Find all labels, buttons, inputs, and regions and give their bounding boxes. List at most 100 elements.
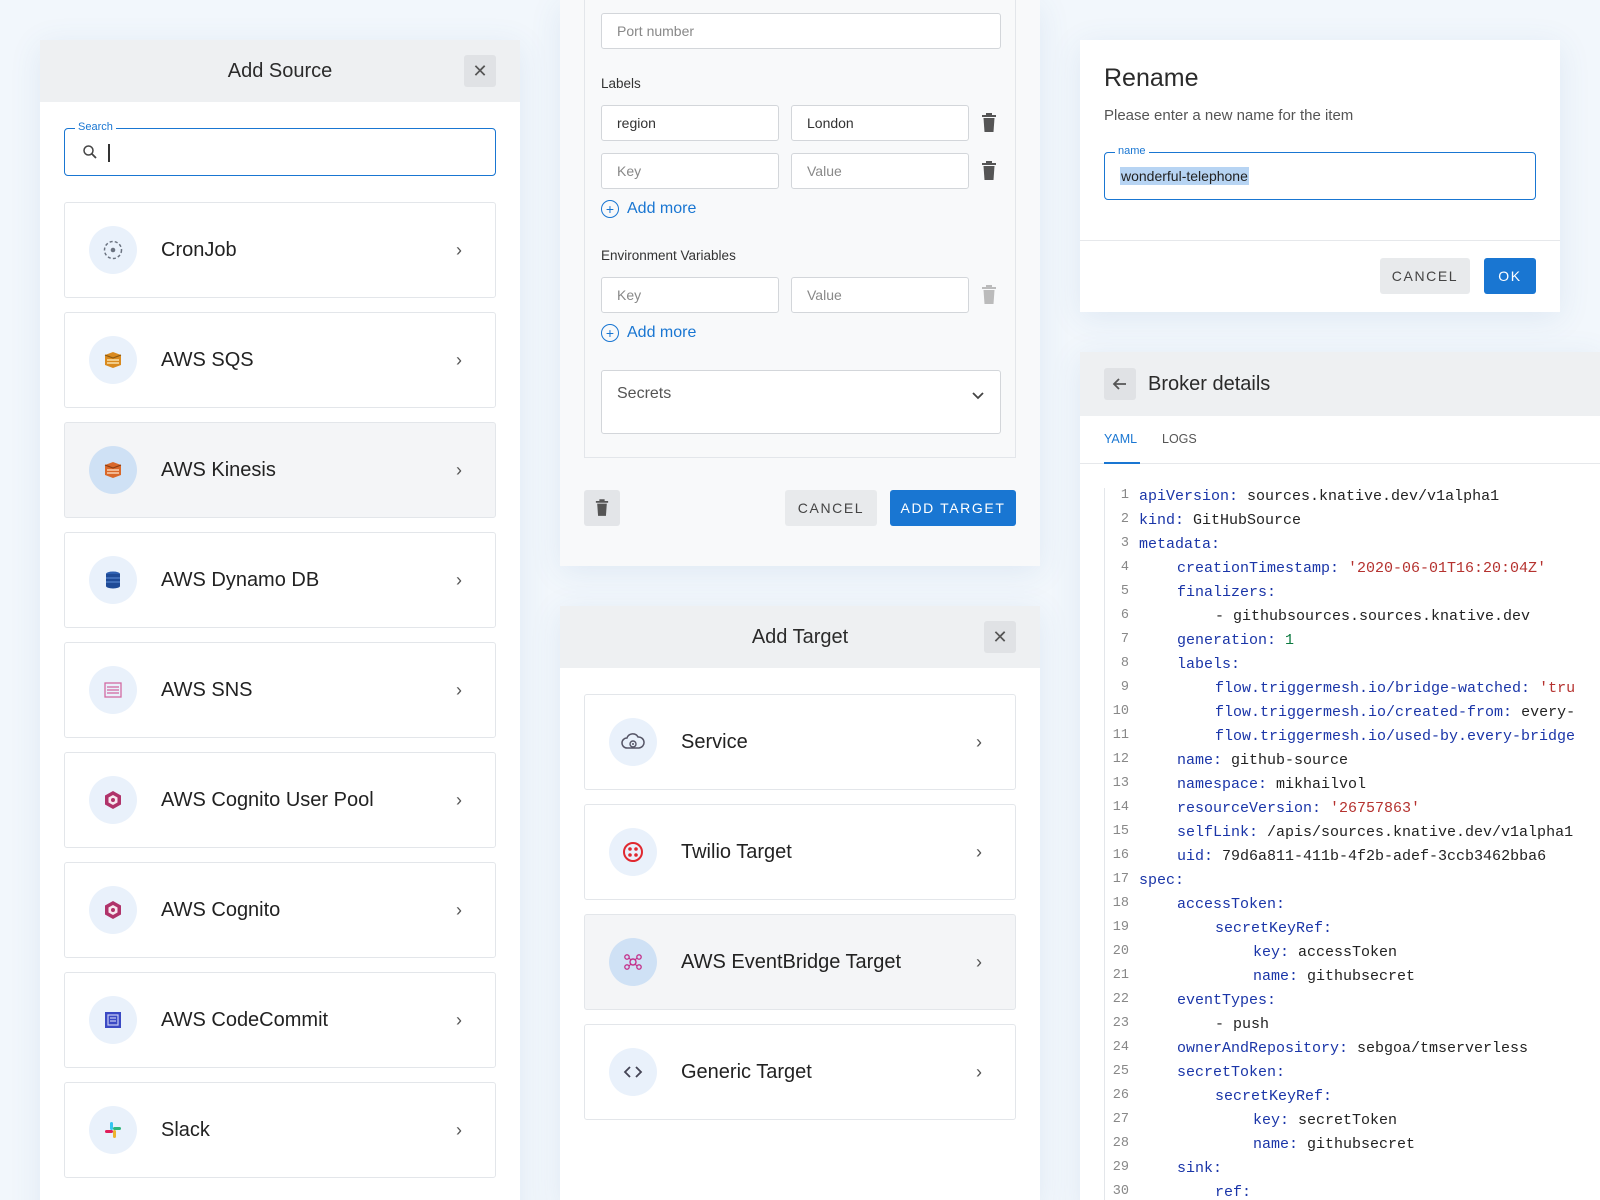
secrets-select[interactable]: Secrets <box>601 370 1001 434</box>
aws-kinesis-icon <box>89 446 137 494</box>
add-more-env-button[interactable]: + Add more <box>601 324 696 342</box>
line-number: 18 <box>1105 896 1129 911</box>
slack-icon <box>89 1106 137 1154</box>
yaml-value: sebgoa/tmserverless <box>1348 1040 1528 1057</box>
chevron-right-icon: › <box>451 240 467 261</box>
port-number-input[interactable]: Port number <box>601 13 1001 49</box>
yaml-key: spec: <box>1139 872 1184 889</box>
yaml-code-view[interactable]: 1apiVersion: sources.knative.dev/v1alpha… <box>1104 488 1600 1200</box>
line-number: 12 <box>1105 752 1129 767</box>
yaml-value: mikhailvol <box>1267 776 1366 793</box>
target-config-form: Port number Labels region London Key Val… <box>560 0 1040 566</box>
search-field[interactable]: Search <box>64 128 496 176</box>
label-value-input[interactable]: Value <box>791 153 969 189</box>
aws-sqs-icon <box>89 336 137 384</box>
yaml-key: flow.triggermesh.io/used-by.every-bridge <box>1215 728 1575 745</box>
add-source-close-button[interactable]: ✕ <box>464 55 496 87</box>
cancel-button[interactable]: CANCEL <box>1380 258 1470 294</box>
source-item-cronjob[interactable]: CronJob › <box>64 202 496 298</box>
add-circle-icon: + <box>601 200 619 218</box>
line-number: 22 <box>1105 992 1129 1007</box>
line-number: 20 <box>1105 944 1129 959</box>
target-item-aws-eventbridge[interactable]: AWS EventBridge Target › <box>584 914 1016 1010</box>
line-number: 8 <box>1105 656 1129 671</box>
dialog-divider <box>1080 240 1560 241</box>
yaml-value: - push <box>1215 1016 1269 1033</box>
code-text: kind: GitHubSource <box>1139 512 1301 529</box>
name-input[interactable]: wonderful-telephone <box>1120 167 1249 185</box>
source-item-aws-sns[interactable]: AWS SNS › <box>64 642 496 738</box>
close-icon: ✕ <box>472 61 487 82</box>
code-text: secretKeyRef: <box>1215 1088 1332 1105</box>
line-number: 16 <box>1105 848 1129 863</box>
back-button[interactable] <box>1104 368 1136 400</box>
code-text: metadata: <box>1139 536 1220 553</box>
search-label: Search <box>75 121 116 133</box>
line-number: 2 <box>1105 512 1129 527</box>
source-item-aws-codecommit[interactable]: AWS CodeCommit › <box>64 972 496 1068</box>
code-text: ref: <box>1215 1184 1251 1200</box>
close-icon: ✕ <box>992 627 1007 648</box>
yaml-key: creationTimestamp: <box>1177 560 1339 577</box>
target-item-generic[interactable]: Generic Target › <box>584 1024 1016 1120</box>
source-item-label: AWS Cognito <box>161 899 451 922</box>
cancel-button[interactable]: CANCEL <box>785 490 877 526</box>
line-number: 10 <box>1105 704 1129 719</box>
chevron-right-icon: › <box>971 1062 987 1083</box>
yaml-value: '2020-06-01T16:20:04Z' <box>1339 560 1546 577</box>
source-item-aws-sqs[interactable]: AWS SQS › <box>64 312 496 408</box>
source-item-slack[interactable]: Slack › <box>64 1082 496 1178</box>
cronjob-icon <box>89 226 137 274</box>
env-key-input[interactable]: Key <box>601 277 779 313</box>
source-item-aws-cognito[interactable]: AWS Cognito › <box>64 862 496 958</box>
line-number: 19 <box>1105 920 1129 935</box>
line-number: 13 <box>1105 776 1129 791</box>
target-item-service[interactable]: Service › <box>584 694 1016 790</box>
line-number: 24 <box>1105 1040 1129 1055</box>
line-number: 28 <box>1105 1136 1129 1151</box>
code-text: flow.triggermesh.io/created-from: every- <box>1215 704 1575 721</box>
delete-icon[interactable] <box>981 113 997 133</box>
broker-title: Broker details <box>1148 373 1270 396</box>
yaml-value: - githubsources.sources.knative.dev <box>1215 608 1530 625</box>
line-number: 5 <box>1105 584 1129 599</box>
delete-icon <box>595 499 609 517</box>
code-text: eventTypes: <box>1177 992 1276 1009</box>
label-value-input[interactable]: London <box>791 105 969 141</box>
source-item-aws-kinesis[interactable]: AWS Kinesis › <box>64 422 496 518</box>
label-key-input[interactable]: region <box>601 105 779 141</box>
delete-icon[interactable] <box>981 285 997 305</box>
chevron-right-icon: › <box>971 732 987 753</box>
broker-details-panel: Broker details YAML LOGS 1apiVersion: so… <box>1080 352 1600 1200</box>
add-target-panel: Add Target ✕ Service › Twilio Target › A… <box>560 606 1040 1200</box>
line-number: 17 <box>1105 872 1129 887</box>
yaml-key: secretToken: <box>1177 1064 1285 1081</box>
target-item-label: Twilio Target <box>681 841 971 864</box>
code-text: name: githubsecret <box>1253 968 1415 985</box>
name-field[interactable]: name wonderful-telephone <box>1104 152 1536 200</box>
add-target-button[interactable]: ADD TARGET <box>890 490 1016 526</box>
label-key-input[interactable]: Key <box>601 153 779 189</box>
target-item-twilio[interactable]: Twilio Target › <box>584 804 1016 900</box>
chevron-right-icon: › <box>971 952 987 973</box>
source-item-aws-dynamo-db[interactable]: AWS Dynamo DB › <box>64 532 496 628</box>
code-text: resourceVersion: '26757863' <box>1177 800 1420 817</box>
source-item-aws-cognito-user-pool[interactable]: AWS Cognito User Pool › <box>64 752 496 848</box>
tab-yaml[interactable]: YAML <box>1104 432 1137 446</box>
chevron-right-icon: › <box>451 460 467 481</box>
tab-logs[interactable]: LOGS <box>1162 432 1197 446</box>
code-text: apiVersion: sources.knative.dev/v1alpha1 <box>1139 488 1499 505</box>
search-input[interactable] <box>107 141 477 165</box>
add-target-close-button[interactable]: ✕ <box>984 621 1016 653</box>
line-number: 7 <box>1105 632 1129 647</box>
yaml-key: key: <box>1253 1112 1289 1129</box>
add-more-labels-button[interactable]: + Add more <box>601 200 696 218</box>
code-text: spec: <box>1139 872 1184 889</box>
source-item-label: AWS CodeCommit <box>161 1009 451 1032</box>
env-value-input[interactable]: Value <box>791 277 969 313</box>
ok-button[interactable]: OK <box>1484 258 1536 294</box>
line-number: 23 <box>1105 1016 1129 1031</box>
code-text: name: github-source <box>1177 752 1348 769</box>
delete-icon[interactable] <box>981 161 997 181</box>
delete-target-button[interactable] <box>584 490 620 526</box>
